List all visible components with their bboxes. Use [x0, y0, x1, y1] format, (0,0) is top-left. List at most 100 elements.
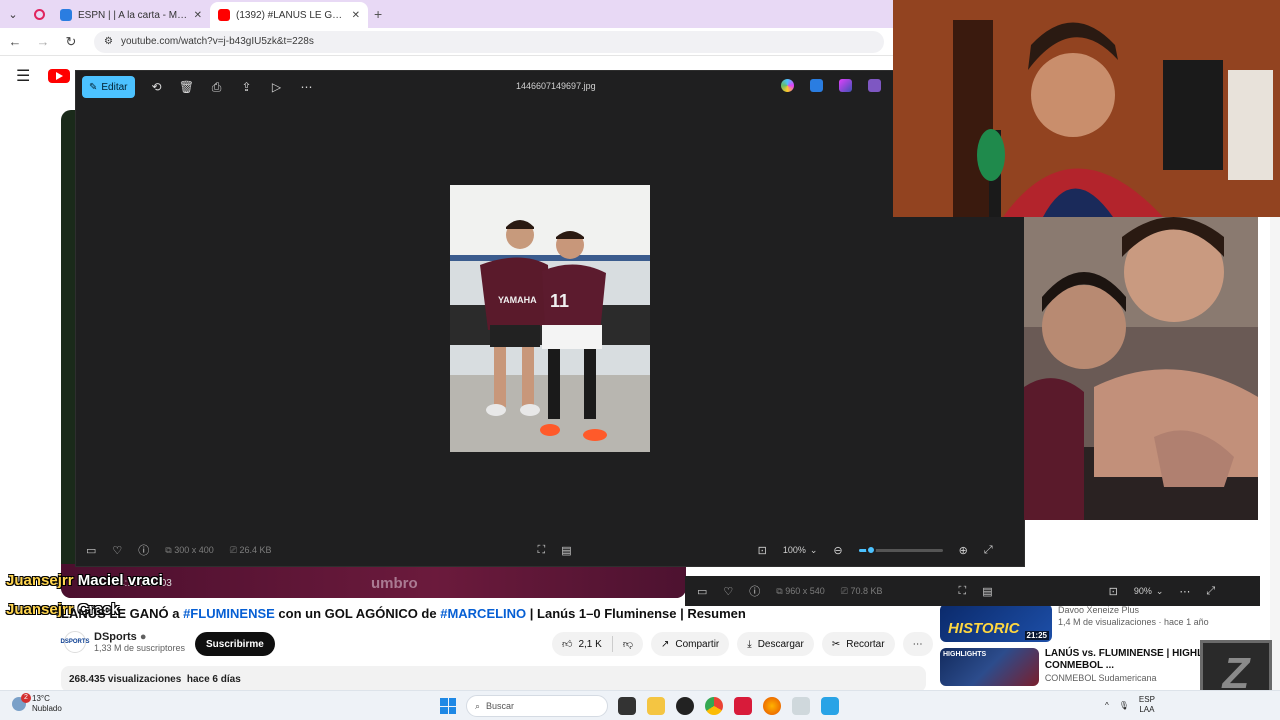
rotate-icon[interactable]: ⟲ — [149, 80, 165, 94]
text-scan-icon[interactable]: ▤ — [982, 585, 992, 598]
chevron-up-icon[interactable]: ^ — [1105, 701, 1109, 710]
filmstrip-icon[interactable]: ▭ — [86, 544, 96, 557]
like-button[interactable]: 👍︎ 2,1 K 👎︎ — [552, 632, 643, 656]
taskbar-search-input[interactable]: ⌕ Buscar — [466, 695, 608, 717]
clip-button[interactable]: ✂ Recortar — [821, 632, 895, 656]
close-icon[interactable]: ✕ — [194, 10, 202, 21]
menu-hamburger-icon[interactable]: ☰ — [16, 66, 30, 86]
new-tab-plus-icon[interactable]: + — [374, 6, 382, 22]
photo-editor-icon[interactable] — [810, 79, 823, 92]
obs-icon[interactable] — [676, 697, 694, 715]
download-icon: ⤓ — [747, 638, 752, 650]
tab-youtube-label: (1392) #LANÚS LE GANÓ a #FL — [236, 9, 346, 21]
tab-search-chevron-icon[interactable]: ⌄ — [0, 0, 26, 28]
zoom-out-icon[interactable]: ⊖ — [833, 544, 842, 557]
zoom-in-icon[interactable]: ⊕ — [959, 544, 968, 557]
designer-icon[interactable] — [839, 79, 852, 92]
chrome-icon[interactable] — [705, 697, 723, 715]
slideshow-icon[interactable]: ▷ — [269, 80, 285, 94]
jersey-brand-text: umbro — [371, 575, 418, 592]
fit-window-icon[interactable]: ⊡ — [758, 544, 767, 557]
weather-condition: Nublado — [32, 704, 62, 713]
photo-image: YAMAHA 11 — [450, 185, 650, 452]
windows-start-icon[interactable] — [440, 698, 456, 714]
cloud-icon: 2 — [12, 693, 31, 711]
delete-icon[interactable]: 🗑︎ — [179, 80, 195, 94]
ocr-scan-icon[interactable]: ⛶ — [538, 544, 546, 557]
svg-text:YAMAHA: YAMAHA — [498, 295, 537, 305]
notepad-icon[interactable] — [792, 697, 810, 715]
download-button[interactable]: ⤓ Descargar — [737, 632, 814, 656]
microphone-icon[interactable]: 🎙︎ — [1119, 701, 1129, 710]
info-icon[interactable]: ⓘ — [749, 583, 760, 599]
ocr-scan-icon[interactable]: ⛶ — [959, 585, 967, 598]
firefox-icon[interactable] — [763, 697, 781, 715]
url-field[interactable]: ⚙ youtube.com/watch?v=j-b43gIU5zk&t=228s — [94, 30, 884, 53]
reload-icon[interactable]: ↻ — [62, 34, 80, 50]
youtube-favicon-icon — [218, 9, 230, 21]
windows-taskbar: 2 13°C Nublado ⌕ Buscar ^ 🎙︎ ESP LAA — [0, 690, 1280, 720]
clipchamp-icon[interactable] — [868, 79, 881, 92]
like-count: 2,1 K — [578, 638, 602, 650]
clip-label: Recortar — [846, 638, 885, 650]
photos-viewer-window: ✎ Editar ⟲ 🗑︎ ⎙ ⇪ ▷ ⋯ 1446607149697.jpg — [75, 70, 1025, 567]
edit-button[interactable]: ✎ Editar — [82, 76, 135, 98]
back-arrow-icon[interactable]: ← — [6, 34, 24, 49]
hashtag-link[interactable]: #FLUMINENSE — [183, 606, 275, 621]
zoom-slider-knob[interactable] — [866, 544, 877, 555]
rec-channel: CONMEBOL Sudamericana — [1044, 673, 1157, 683]
weather-widget[interactable]: 2 13°C Nublado — [12, 693, 62, 714]
video-thumbnail[interactable]: HIGHLIGHTS — [940, 648, 1039, 686]
scissors-icon: ✂ — [831, 638, 841, 650]
more-horizontal-icon[interactable]: ⋯ — [299, 80, 315, 94]
hashtag-link[interactable]: #MARCELINO — [440, 606, 526, 621]
tab-espn[interactable]: ESPN | | A la carta - Movistar TV ✕ — [52, 2, 210, 28]
file-name: 1446607149697.jpg — [516, 81, 596, 91]
filmstrip-icon[interactable]: ▭ — [697, 585, 707, 598]
video-description-box[interactable]: 268.435 visualizaciones hace 6 días — [61, 666, 926, 692]
text-scan-icon[interactable]: ▤ — [561, 544, 571, 557]
tab-youtube[interactable]: (1392) #LANÚS LE GANÓ a #FL ✕ — [210, 2, 368, 28]
share-icon[interactable]: ⇪ — [239, 80, 255, 94]
share-button[interactable]: ↗ Compartir — [650, 632, 730, 656]
channel-avatar[interactable]: DSPORTS — [61, 631, 90, 653]
site-info-icon[interactable]: ⚙ — [104, 36, 113, 47]
second-photo[interactable] — [1024, 217, 1258, 520]
language-indicator[interactable]: ESP LAA — [1139, 695, 1155, 715]
photos-icon[interactable] — [821, 697, 839, 715]
channel-name[interactable]: DSports ● — [94, 631, 185, 643]
subscribe-button[interactable]: Suscribirme — [195, 632, 275, 656]
zoom-dropdown[interactable]: 90% ⌄ — [1134, 586, 1164, 597]
info-icon[interactable]: ⓘ — [138, 542, 149, 558]
fullscreen-icon[interactable]: ⤢ — [984, 544, 993, 557]
posted-date: hace 6 días — [186, 674, 241, 685]
viewer-app-icons — [781, 79, 881, 92]
title-text: con un GOL AGÓNICO de — [274, 606, 441, 621]
video-thumbnail[interactable]: HISTORIC 21:25 — [940, 604, 1052, 642]
task-view-icon[interactable] — [618, 697, 636, 715]
fullscreen-icon[interactable]: ⤢ — [1206, 585, 1215, 598]
favorite-heart-icon[interactable]: ♡ — [112, 544, 122, 557]
more-actions-button[interactable]: ⋯ — [902, 632, 933, 656]
thumbs-down-icon[interactable]: 👎︎ — [623, 638, 633, 650]
zoom-dropdown[interactable]: 100% ⌄ — [783, 545, 818, 556]
more-horizontal-icon[interactable]: ⋯ — [1179, 585, 1190, 598]
opera-icon[interactable] — [734, 697, 752, 715]
forward-arrow-icon[interactable]: → — [34, 34, 52, 49]
copilot-icon[interactable] — [781, 79, 794, 92]
search-placeholder: Buscar — [486, 701, 515, 711]
fit-window-icon[interactable]: ⊡ — [1109, 585, 1118, 598]
viewer-status-bar: ▭ ♡ ⓘ ⧉ 300 x 400 ⎚ 26.4 KB ⛶ ▤ ⊡ 100% ⌄… — [76, 534, 1024, 566]
list-item[interactable]: HISTORIC 21:25 Davoo Xeneize Plus 1,4 M … — [940, 604, 1280, 644]
displayed-photo[interactable]: YAMAHA 11 — [450, 185, 650, 452]
zoom-slider[interactable] — [858, 544, 943, 555]
verified-icon: ● — [139, 631, 147, 643]
youtube-logo-icon[interactable] — [48, 69, 71, 83]
edit-label: Editar — [101, 81, 128, 93]
system-tray: ^ 🎙︎ ESP LAA — [1105, 695, 1155, 715]
file-explorer-icon[interactable] — [647, 697, 665, 715]
favorite-heart-icon[interactable]: ♡ — [723, 585, 733, 598]
close-icon[interactable]: ✕ — [352, 10, 360, 21]
opera-icon[interactable] — [26, 0, 52, 28]
print-icon[interactable]: ⎙ — [209, 80, 225, 95]
